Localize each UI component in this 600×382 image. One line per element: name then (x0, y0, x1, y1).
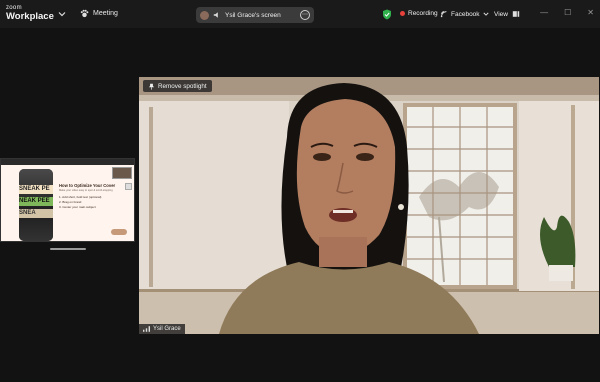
shield-icon[interactable] (382, 9, 392, 20)
participant-name-tag: Ysil Grace (139, 324, 185, 334)
recording-indicator[interactable]: Recording (400, 10, 438, 17)
participant-name: Ysil Grace (153, 326, 181, 332)
shared-screen-thumbnail[interactable]: SNEAK PE NEAK PEE SNEA How to Optimize Y… (0, 158, 135, 242)
view-icon (512, 11, 520, 17)
phone-text-3: SNEA (19, 209, 53, 218)
view-label: View (494, 10, 508, 18)
share-label: Ysil Grace's screen (225, 11, 281, 19)
live-icon (440, 11, 447, 18)
app-brand: zoom Workplace (6, 5, 54, 22)
meeting-button[interactable]: Meeting (80, 9, 118, 18)
thumbnail-toolbar (1, 159, 134, 165)
slide-list: 1. Add short, bold text (optional) 2. Br… (59, 195, 119, 210)
signal-icon (143, 326, 150, 332)
speaker-video (139, 77, 599, 334)
phone-preview: SNEAK PE NEAK PEE SNEA (19, 169, 53, 241)
chevron-down-icon (482, 12, 489, 16)
list-item: 3. Center your main subject (59, 205, 96, 209)
phone-text-1: SNEAK PE (19, 185, 53, 194)
pin-icon (149, 83, 154, 90)
slide-title: How to Optimize Your Cover (59, 183, 116, 188)
live-stream-button[interactable]: Facebook (440, 10, 489, 18)
remove-spotlight-label: Remove spotlight (158, 82, 207, 90)
slide-content: How to Optimize Your Cover Make your vid… (59, 183, 119, 210)
presenter-mini-video (112, 167, 132, 179)
paw-icon (80, 9, 89, 18)
record-dot-icon (400, 11, 405, 16)
brand-workplace: Workplace (6, 11, 54, 22)
avatar (200, 10, 209, 20)
slide-control (125, 183, 132, 190)
slide-badge (111, 229, 127, 235)
close-icon[interactable]: ✕ (587, 8, 594, 17)
chevron-down-icon[interactable] (58, 10, 66, 18)
video-frame-image (139, 77, 599, 334)
window-controls: — ☐ ✕ (540, 8, 594, 17)
meeting-label: Meeting (93, 10, 118, 17)
slide-subtitle: Make your video easy to spot & scroll-st… (59, 189, 113, 192)
title-bar: zoom Workplace Meeting Ysil Grace's scre… (0, 0, 600, 28)
live-label: Facebook (451, 10, 480, 18)
minimize-icon[interactable]: — (540, 8, 548, 17)
remove-spotlight-button[interactable]: Remove spotlight (143, 80, 212, 92)
speaker-icon (213, 12, 218, 18)
view-button[interactable]: View (494, 10, 520, 18)
screen-share-indicator[interactable]: Ysil Grace's screen ⋯ (196, 7, 314, 23)
phone-text-2: NEAK PEE (19, 197, 53, 206)
more-icon[interactable]: ⋯ (300, 10, 310, 20)
recording-label: Recording (408, 10, 438, 17)
thumbnail-scrollbar[interactable] (50, 248, 86, 250)
maximize-icon[interactable]: ☐ (564, 8, 571, 17)
